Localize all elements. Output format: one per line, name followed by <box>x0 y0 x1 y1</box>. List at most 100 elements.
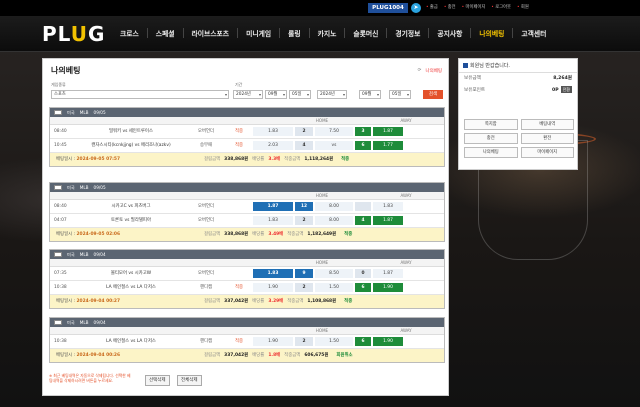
message-box-button[interactable]: 쪽지함 <box>464 119 518 130</box>
bet-type: 핸디캡 <box>199 285 213 290</box>
bet-date-label: 배팅일시 <box>56 353 73 358</box>
win-label: 적중금액 <box>284 353 301 358</box>
bet-row: 10:38 LA 에인절스 vs LA 다저스 핸디캡 적중 1.90 2 1.50 6 1.9… <box>50 335 444 349</box>
win-amount: 1,118,264원 <box>304 157 334 162</box>
bet-date: 2024-09-05 02:06 <box>76 232 121 237</box>
nav-casino[interactable]: 카지노 <box>310 28 346 38</box>
home-odds: 1.90 <box>253 283 293 292</box>
start-day-select[interactable]: 05일 <box>289 90 311 99</box>
away-score-count: 6 <box>355 337 371 346</box>
score-count: 2 <box>295 127 313 136</box>
breadcrumb: 나의베팅 <box>425 69 442 74</box>
score-count: 9 <box>295 269 313 278</box>
bet-type: 승무패 <box>199 143 213 148</box>
my-betting-button[interactable]: 나의베팅 <box>464 147 518 158</box>
start-month-select[interactable]: 09월 <box>265 90 287 99</box>
away-odds: 1.90 <box>373 283 403 292</box>
score-count: 2 <box>295 337 313 346</box>
select-delete-button[interactable]: 선택삭제 <box>145 375 170 386</box>
win-amount: 606,675원 <box>304 353 329 358</box>
betting-history-button[interactable]: 베팅내역 <box>520 119 574 130</box>
amount-label: 걸림금액 <box>204 353 221 358</box>
filter-bar: 게임종류 스포츠 기간 2024년 09월 05일 2024년 09월 05일 … <box>51 81 443 105</box>
bet-slip: 미국 MLB 09/05 HOME AWAY 08:40 시카고C vs 피츠버그 오버언더 1… <box>49 182 445 242</box>
result-badge: 회원취소 <box>336 353 353 358</box>
nav-live-sports[interactable]: 라이브스포츠 <box>184 28 239 38</box>
win-label: 적중금액 <box>287 299 304 304</box>
deposit-button[interactable]: 충전 <box>464 133 518 144</box>
line-value: 7.50 <box>315 127 353 136</box>
line-value: 8.00 <box>315 202 353 211</box>
game-time: 10:38 <box>54 339 67 344</box>
end-day-select[interactable]: 05일 <box>389 90 411 99</box>
bet-type: 오버언더 <box>197 271 215 276</box>
total-odds: 3.49배 <box>268 232 284 237</box>
match-teams: 토론토 vs 필라델피아 <box>111 218 151 223</box>
top-link-deposit[interactable]: 충전 <box>444 4 456 10</box>
away-column-label: AWAY <box>400 260 412 265</box>
bet-type: 오버언더 <box>197 204 215 209</box>
line-value: 8.00 <box>315 216 353 225</box>
sport-name: MLB <box>79 252 89 257</box>
delete-all-button[interactable]: 전체삭제 <box>177 375 202 386</box>
home-odds: 2.03 <box>253 141 293 150</box>
delete-notice: ※ 최근 베팅내역은 자동으로 삭제됩니다. 선택한 베팅내역을 삭제하시려면 … <box>49 373 131 383</box>
period-label: 기간 <box>235 82 243 87</box>
nav-rolling[interactable]: 롤링 <box>280 28 310 38</box>
bet-slip: 미국 MLB 09/04 HOME AWAY 07:35 볼티모어 vs 시카고W 오버언더 1… <box>49 249 445 309</box>
away-column-label: AWAY <box>400 118 412 123</box>
bet-result: 적중 <box>234 129 244 134</box>
match-teams: LA 에인절스 vs LA 다저스 <box>106 285 156 290</box>
nav-game-info[interactable]: 경기정보 <box>387 28 430 38</box>
game-time: 10:45 <box>54 143 67 148</box>
league-name: 미국 <box>67 320 75 325</box>
top-link-logout[interactable]: 로그아웃 <box>491 4 511 10</box>
flag-icon <box>54 185 62 190</box>
withdraw-button[interactable]: 환전 <box>520 133 574 144</box>
end-month-select[interactable]: 09월 <box>359 90 381 99</box>
match-teams: 볼티모어 vs 시카고W <box>110 271 152 276</box>
bet-summary: 배팅일시 : 2024-09-05 07:57 걸림금액 338,868원 배당률 3.… <box>50 153 444 166</box>
score-count: 4 <box>295 141 313 150</box>
odds-label: 배당률 <box>252 299 265 304</box>
search-button[interactable]: 검색 <box>423 90 443 99</box>
bet-date-label: 배팅일시 <box>56 232 73 237</box>
away-score-count: 6 <box>355 283 371 292</box>
game-time: 08:40 <box>54 129 67 134</box>
end-year-select[interactable]: 2024년 <box>317 90 347 99</box>
nav-customer-center[interactable]: 고객센터 <box>513 28 554 38</box>
bet-row: 10:45 캔자스시티(kcnkjjng) vs 애리조나(azkv) 승무패 적중 2… <box>50 139 444 153</box>
nav-special[interactable]: 스페셜 <box>148 28 184 38</box>
top-link-member[interactable]: 회원 <box>517 4 529 10</box>
total-odds: 3.3배 <box>268 157 281 162</box>
bet-row: 04:07 토론토 vs 필라델피아 오버언더 1.83 2 8.00 4 1.87 <box>50 214 444 228</box>
nav-cross[interactable]: 크로스 <box>112 28 148 38</box>
convert-button[interactable]: 전환 <box>560 86 572 93</box>
nav-slot[interactable]: 슬롯머신 <box>345 28 388 38</box>
away-score-count: 6 <box>355 141 371 150</box>
away-score-count: 0 <box>355 269 371 278</box>
flag-icon <box>54 252 62 257</box>
game-type-select[interactable]: 스포츠 <box>51 90 229 99</box>
bet-result <box>226 267 252 280</box>
score-count: 2 <box>295 216 313 225</box>
nav-minigame[interactable]: 미니게임 <box>238 28 281 38</box>
game-time: 07:35 <box>54 271 67 276</box>
bet-result: 적중 <box>234 339 244 344</box>
bet-slip-header: 미국 MLB 09/04 <box>50 318 444 327</box>
win-amount: 1,108,868원 <box>307 299 337 304</box>
plug-logo[interactable]: PLUG <box>42 22 105 46</box>
sport-name: MLB <box>79 185 89 190</box>
my-page-button[interactable]: 마이페이지 <box>520 147 574 158</box>
sport-name: MLB <box>79 110 89 115</box>
away-odds: 1.83 <box>373 202 403 211</box>
odds-label: 배당률 <box>252 157 265 162</box>
top-link-withdraw[interactable]: 출금 <box>426 4 438 10</box>
nav-notice[interactable]: 공지사항 <box>429 28 472 38</box>
top-link-mypage[interactable]: 마이페이지 <box>462 4 486 10</box>
telegram-icon[interactable]: ➤ <box>411 3 421 13</box>
refresh-icon[interactable]: ⟳ <box>418 68 422 74</box>
line-value: 1.50 <box>315 337 353 346</box>
nav-my-betting[interactable]: 나의베팅 <box>471 28 514 38</box>
start-year-select[interactable]: 2024년 <box>233 90 263 99</box>
